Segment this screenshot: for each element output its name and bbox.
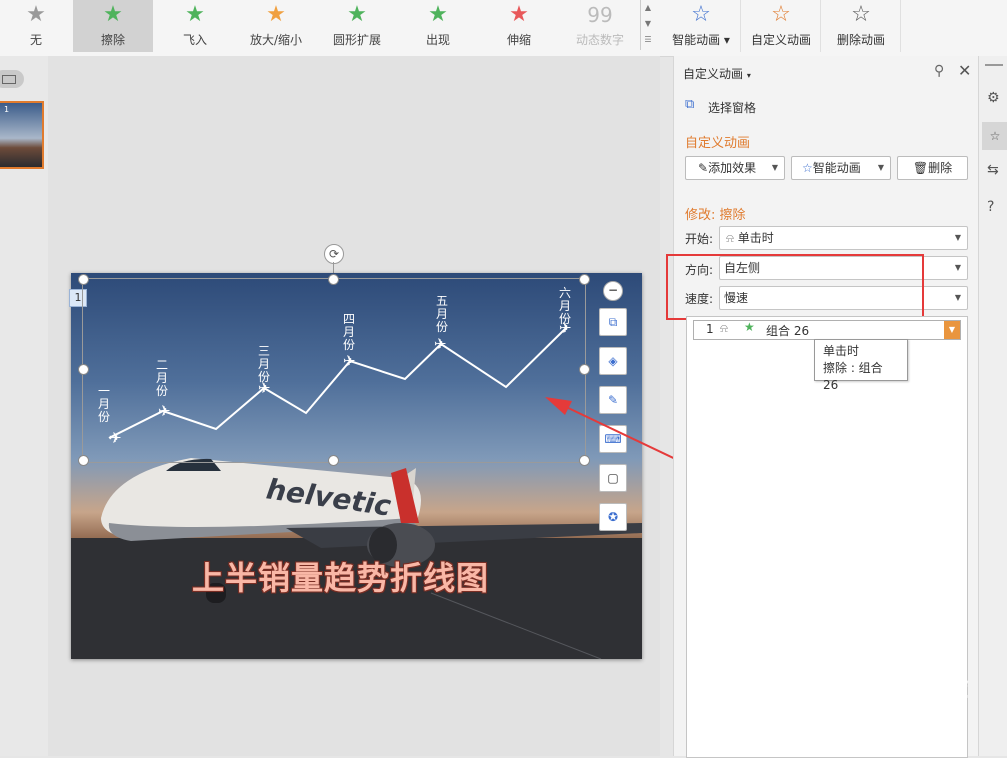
add-effect-button[interactable]: ✎添加效果 ▼: [685, 156, 785, 180]
side-rail: ⚙ ☆ ⇆ ?: [978, 56, 1007, 756]
paw-icon: ❀: [836, 669, 862, 704]
watermark-url: jingyan.baidu.com: [815, 718, 945, 734]
settings-sliders-icon[interactable]: ⚙: [987, 90, 1000, 106]
mouse-icon: ⍾: [726, 231, 734, 245]
transition-icon[interactable]: ⇆: [987, 162, 999, 178]
tooltip-line: 单击时: [823, 344, 860, 358]
delete-button[interactable]: 🗑删除: [897, 156, 968, 180]
item-tooltip: 单击时 擦除 : 组合 26: [814, 339, 908, 392]
modify-title: 修改: 擦除: [685, 208, 746, 223]
animation-star-icon[interactable]: ☆: [982, 122, 1007, 150]
selection-pane-link[interactable]: 选择窗格: [708, 99, 756, 116]
pane-header[interactable]: 自定义动画 ▾: [683, 65, 751, 82]
item-number: 1: [706, 322, 714, 336]
watermark-logo: Bai❀du经验: [772, 664, 969, 705]
trash-icon: 🗑: [912, 161, 929, 175]
animation-list-item[interactable]: 1 ⍾ ★ 组合 26 ▼: [693, 320, 961, 340]
mouse-click-icon: ⍾: [720, 321, 728, 335]
pencil-icon: ✎: [698, 161, 709, 175]
selection-pane-icon: ⧉: [685, 97, 695, 112]
custom-animation-pane: 自定义动画 ▾ ⚲ ✕ ⧉ 选择窗格 自定义动画 ✎添加效果 ▼ ☆智能动画 ▼ 🗑…: [666, 56, 979, 758]
start-dropdown[interactable]: ⍾ 单击时 ▼: [719, 226, 968, 250]
help-icon[interactable]: ?: [987, 199, 994, 215]
close-icon[interactable]: ✕: [958, 61, 971, 80]
red-arrowhead-icon: [545, 397, 572, 415]
highlight-box: [666, 254, 924, 320]
tooltip-line: 擦除 : 组合 26: [823, 361, 883, 392]
item-dropdown-icon[interactable]: ▼: [944, 321, 960, 339]
section-title: 自定义动画: [685, 136, 751, 151]
start-label: 开始:: [685, 232, 714, 246]
wipe-star-icon: ★: [744, 320, 755, 334]
rail-divider: [985, 64, 1003, 66]
start-value: 单击时: [737, 231, 774, 245]
smart-animation-dropdown[interactable]: ☆智能动画 ▼: [791, 156, 891, 180]
pin-icon[interactable]: ⚲: [934, 63, 944, 79]
smart-star-icon: ☆: [802, 161, 813, 175]
item-name: 组合 26: [766, 324, 810, 338]
